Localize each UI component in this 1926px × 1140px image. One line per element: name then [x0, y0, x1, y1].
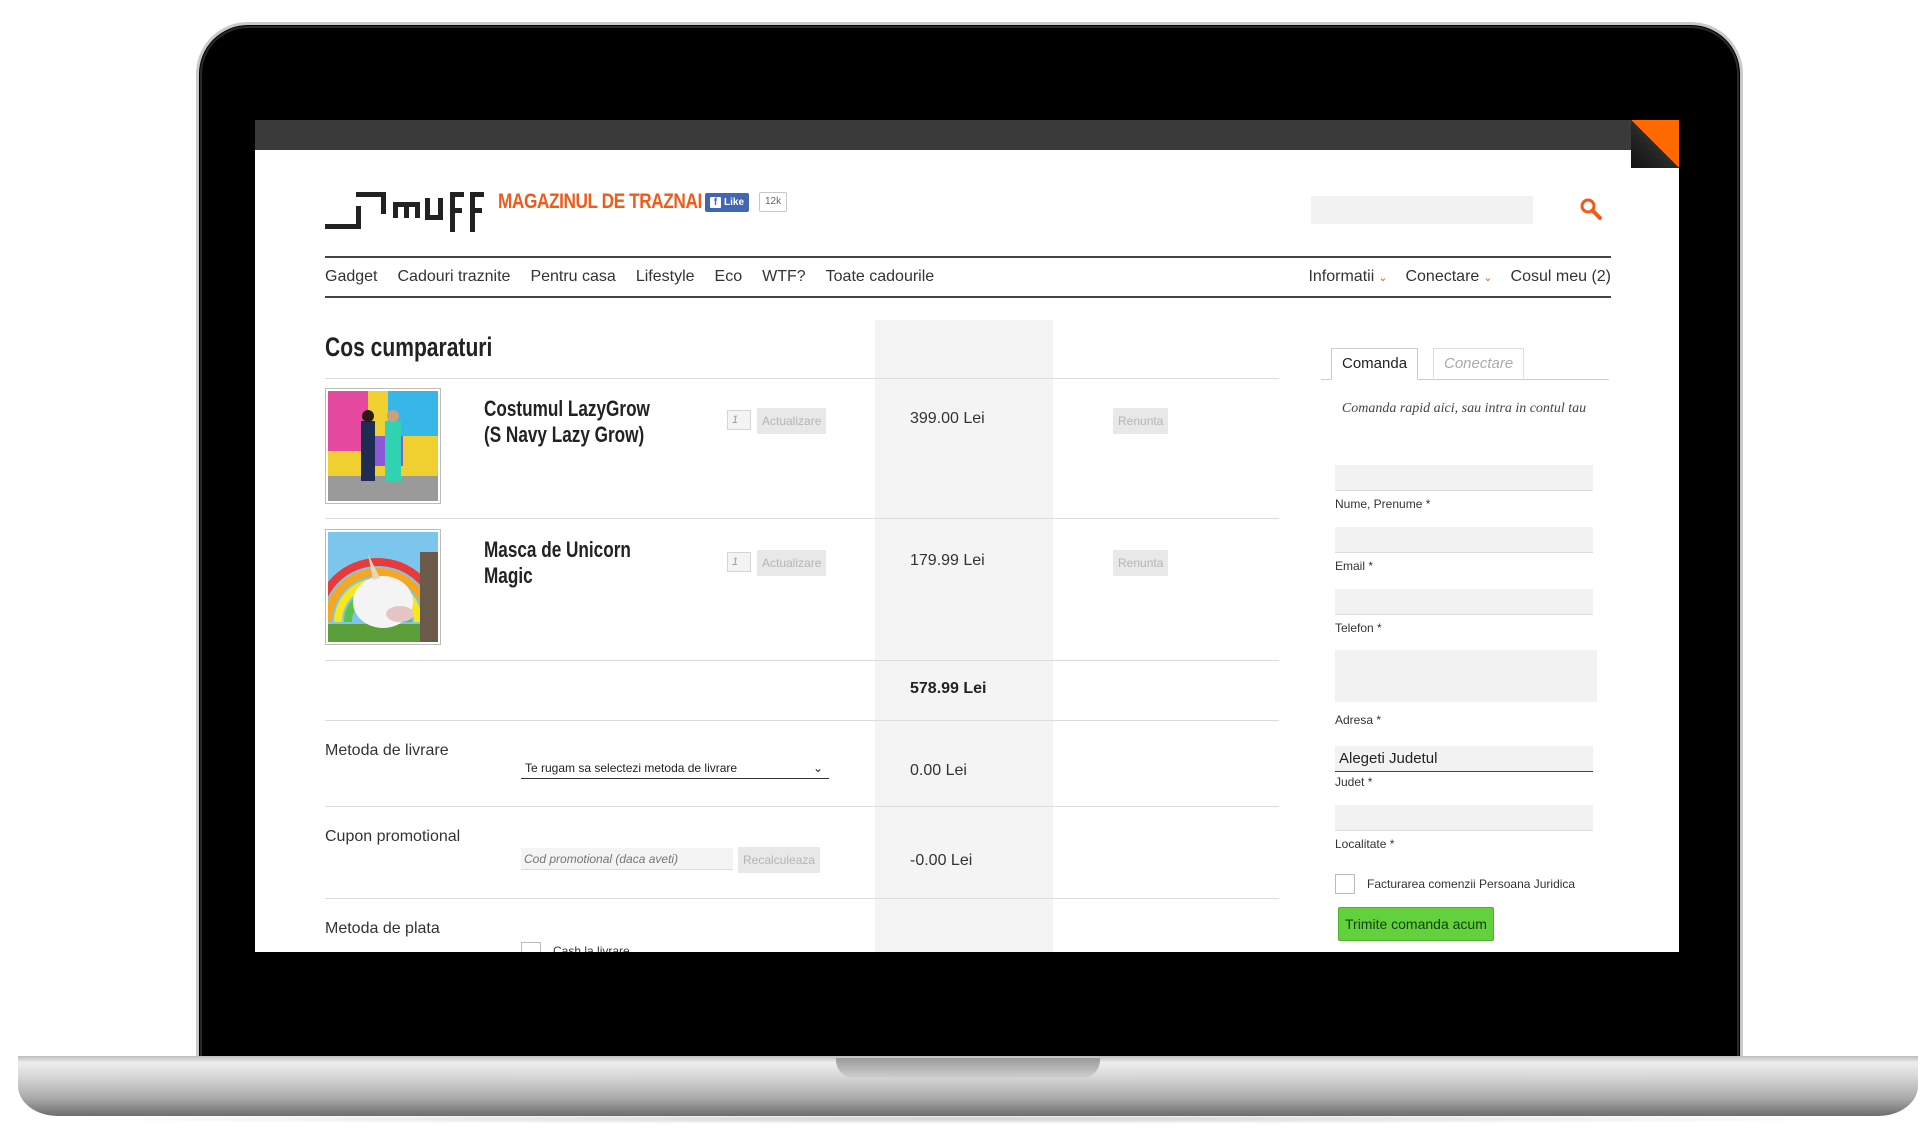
item-price: 399.00 Lei: [910, 410, 985, 427]
quantity-input[interactable]: 1: [727, 410, 751, 430]
update-button[interactable]: Actualizare: [757, 408, 827, 434]
coupon-discount: -0.00 Lei: [910, 852, 973, 869]
product-photo: [328, 391, 438, 501]
nav-item-informatii-label: Informatii: [1308, 268, 1375, 285]
facebook-like-button[interactable]: f Like: [705, 193, 750, 212]
company-billing-label: Facturarea comenzii Persoana Juridica: [1367, 877, 1576, 891]
page-title: Cos cumparaturi: [325, 332, 493, 362]
delivery-method-label: Metoda de livrare: [325, 742, 449, 759]
email-label: Email *: [1335, 559, 1374, 573]
quantity-input[interactable]: 1: [727, 552, 751, 572]
product-photo: [314, 532, 442, 642]
facebook-icon: f: [710, 197, 721, 208]
divider: [325, 806, 1279, 807]
company-billing-checkbox[interactable]: [1335, 874, 1355, 894]
corner-fold-icon[interactable]: [1631, 120, 1679, 168]
city-label: Localitate *: [1335, 837, 1395, 851]
city-field[interactable]: [1335, 805, 1593, 831]
divider: [325, 720, 1279, 721]
recalculate-button[interactable]: Recalculeaza: [738, 847, 821, 873]
divider: [325, 898, 1279, 899]
chevron-down-icon: ⌄: [1483, 272, 1493, 284]
nav-item-eco[interactable]: Eco: [715, 268, 743, 286]
name-label: Nume, Prenume *: [1335, 497, 1431, 511]
submit-order-button[interactable]: Trimite comanda acum: [1338, 907, 1494, 941]
site-tagline: MAGAZINUL DE TRAZNAI: [498, 190, 702, 213]
nav-item-toate-cadourile[interactable]: Toate cadourile: [826, 268, 935, 286]
nav-item-conectare[interactable]: Conectare ⌄: [1405, 268, 1492, 286]
item-price: 179.99 Lei: [910, 552, 985, 569]
email-field[interactable]: [1335, 527, 1593, 553]
chevron-down-icon: ⌄: [1378, 272, 1388, 284]
facebook-like-label: Like: [724, 197, 745, 208]
order-tabs: Comanda Conectare: [1321, 348, 1609, 380]
stage: MAGAZINUL DE TRAZNAI f Like 12k Gadget C…: [0, 0, 1926, 1140]
chevron-down-icon: ⌄: [812, 761, 823, 775]
phone-field[interactable]: [1335, 589, 1593, 615]
nav-account: Informatii ⌄ Conectare ⌄ Cosul meu (2): [1290, 268, 1611, 286]
delivery-method-select[interactable]: Te rugam sa selectezi metoda de livrare …: [521, 757, 829, 779]
product-image-lazygrow[interactable]: [325, 388, 441, 504]
top-bar: [255, 120, 1679, 150]
facebook-like-count: 12k: [759, 192, 788, 212]
divider: [325, 660, 1279, 661]
county-label: Judet *: [1335, 775, 1373, 789]
search-icon[interactable]: [1580, 198, 1602, 220]
county-select[interactable]: Alegeti Judetul: [1335, 746, 1593, 772]
nav-item-conectare-label: Conectare: [1405, 268, 1480, 285]
address-field[interactable]: [1335, 650, 1597, 702]
product-name[interactable]: Costumul LazyGrow (S Navy Lazy Grow): [484, 396, 671, 448]
product-name[interactable]: Masca de Unicorn Magic: [484, 537, 671, 589]
tab-comanda[interactable]: Comanda: [1331, 348, 1419, 380]
remove-button[interactable]: Renunta: [1113, 550, 1169, 576]
product-image-unicorn[interactable]: [314, 529, 442, 645]
phone-label: Telefon *: [1335, 621, 1382, 635]
cart-subtotal: 578.99 Lei: [910, 680, 987, 697]
coupon-label: Cupon promotional: [325, 828, 461, 845]
browser-viewport: MAGAZINUL DE TRAZNAI f Like 12k Gadget C…: [255, 120, 1679, 952]
cash-on-delivery-label: Cash la livrare: [553, 944, 630, 952]
tab-conectare[interactable]: Conectare: [1433, 348, 1525, 378]
nav-item-pentru-casa[interactable]: Pentru casa: [530, 268, 615, 286]
update-button[interactable]: Actualizare: [757, 550, 827, 576]
nav-item-gadget[interactable]: Gadget: [325, 268, 377, 286]
order-intro-text: Comanda rapid aici, sau intra in contul …: [1341, 401, 1587, 416]
delivery-price: 0.00 Lei: [910, 762, 967, 779]
delivery-method-value: Te rugam sa selectezi metoda de livrare: [525, 761, 738, 775]
nav-item-wtf[interactable]: WTF?: [762, 268, 806, 286]
nav-item-cadouri-traznite[interactable]: Cadouri traznite: [397, 268, 510, 286]
cash-on-delivery-checkbox[interactable]: [521, 942, 541, 952]
laptop-notch: [836, 1058, 1100, 1078]
search-input[interactable]: [1311, 196, 1533, 224]
nav-item-informatii[interactable]: Informatii ⌄: [1308, 268, 1387, 286]
payment-method-label: Metoda de plata: [325, 920, 440, 937]
remove-button[interactable]: Renunta: [1113, 408, 1169, 434]
divider: [325, 378, 1279, 379]
coupon-input[interactable]: [521, 848, 733, 870]
site-logo[interactable]: [325, 188, 489, 232]
nav-item-lifestyle[interactable]: Lifestyle: [636, 268, 695, 286]
divider: [325, 518, 1279, 519]
name-field[interactable]: [1335, 465, 1593, 491]
address-label: Adresa *: [1335, 713, 1382, 727]
main-nav: Gadget Cadouri traznite Pentru casa Life…: [325, 256, 1611, 298]
nav-item-cart[interactable]: Cosul meu (2): [1511, 268, 1611, 286]
nav-categories: Gadget Cadouri traznite Pentru casa Life…: [325, 268, 954, 286]
